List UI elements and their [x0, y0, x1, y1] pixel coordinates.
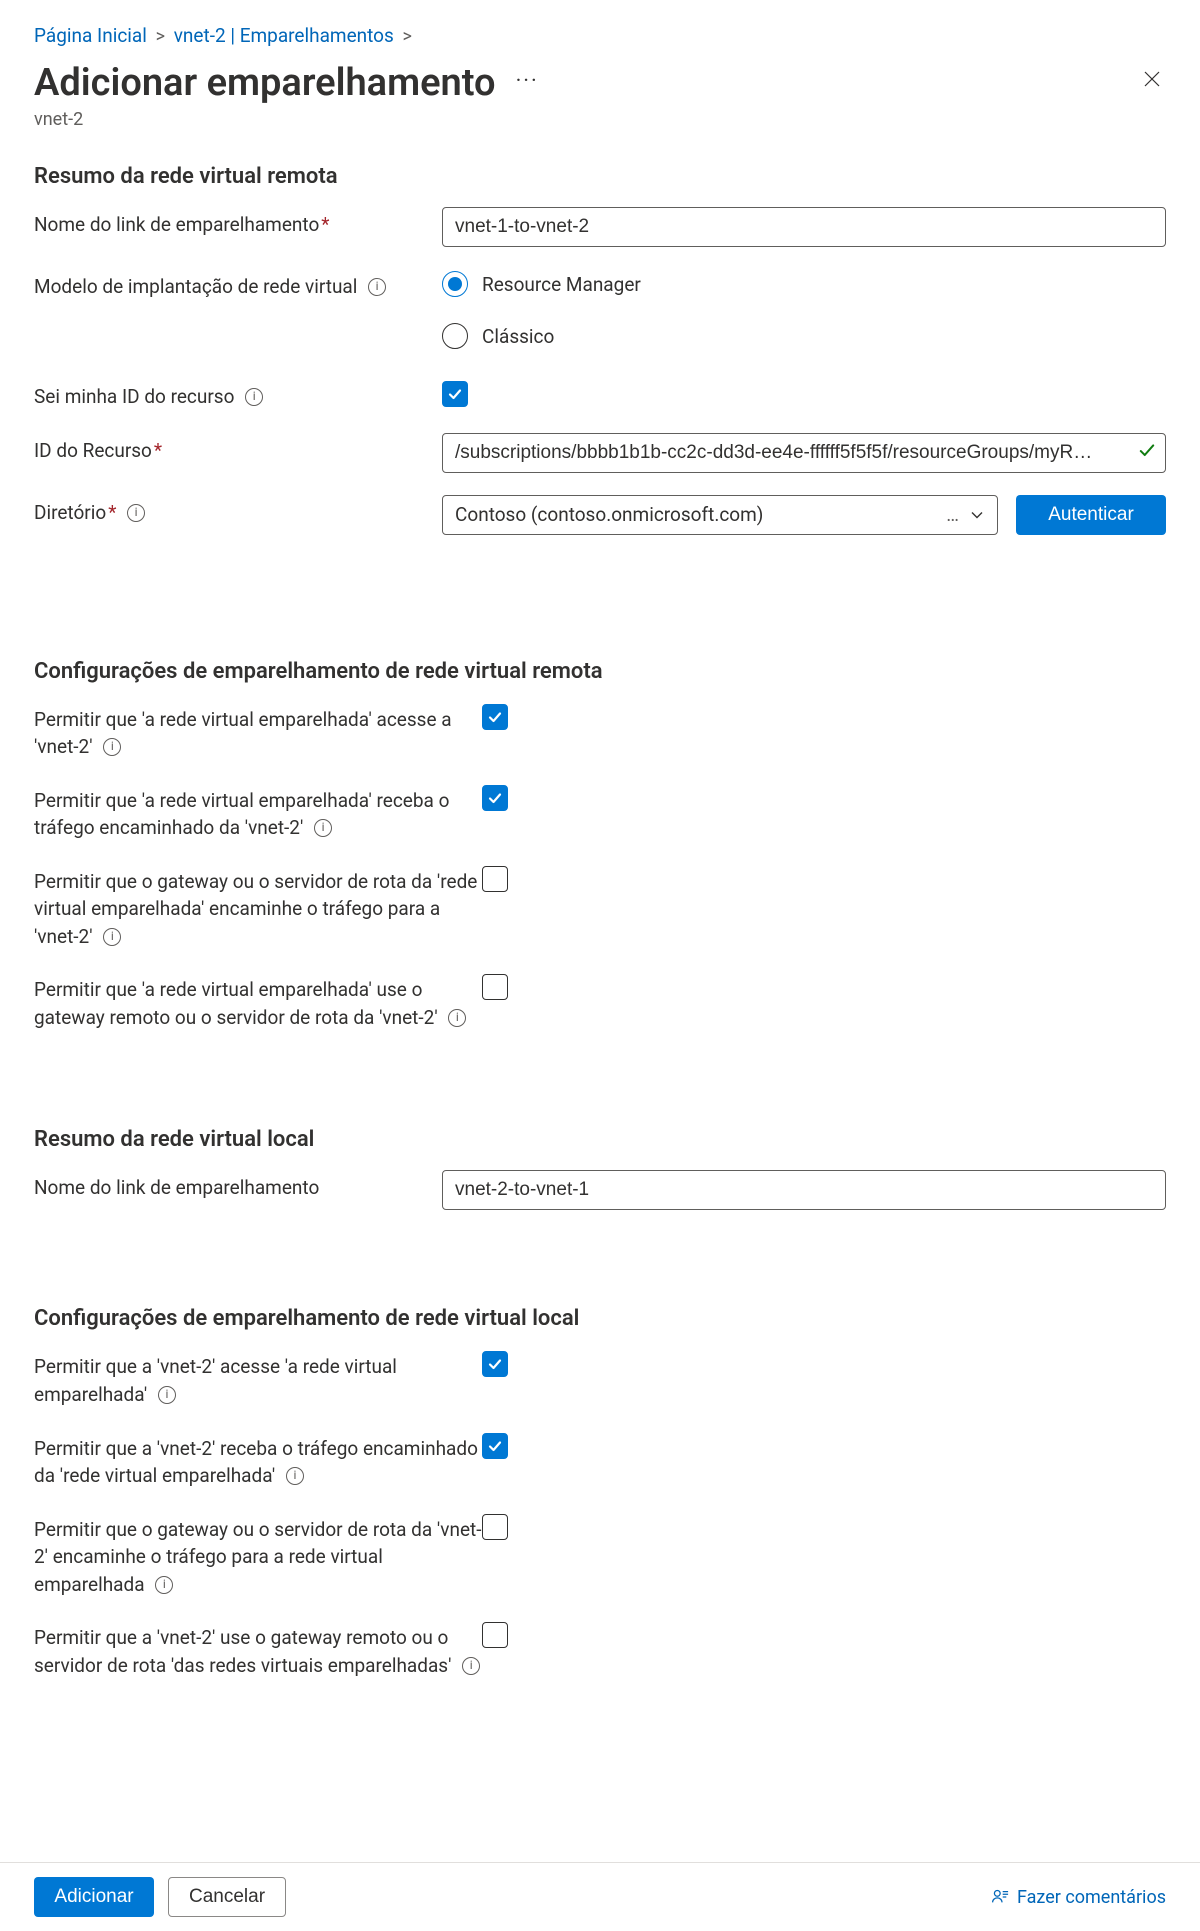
info-icon[interactable]: i	[103, 738, 121, 756]
info-icon[interactable]: i	[368, 278, 386, 296]
required-indicator: *	[321, 213, 329, 236]
remote-setting-2-label: Permitir que o gateway ou o servidor de …	[34, 870, 477, 948]
ellipsis-icon: …	[946, 503, 959, 526]
local-setting-3-checkbox[interactable]	[482, 1622, 508, 1648]
directory-value: Contoso (contoso.onmicrosoft.com)	[455, 503, 763, 526]
info-icon[interactable]: i	[448, 1009, 466, 1027]
chevron-right-icon: >	[403, 26, 412, 47]
section-local-settings-title: Configurações de emparelhamento de rede …	[34, 1306, 1166, 1331]
remote-setting-3-label: Permitir que 'a rede virtual emparelhada…	[34, 978, 438, 1029]
info-icon[interactable]: i	[245, 388, 263, 406]
peering-link-name-label: Nome do link de emparelhamento	[34, 213, 319, 236]
local-peering-link-name-input[interactable]	[442, 1170, 1166, 1210]
local-setting-2-checkbox[interactable]	[482, 1514, 508, 1540]
info-icon[interactable]: i	[286, 1467, 304, 1485]
remote-setting-0-label: Permitir que 'a rede virtual emparelhada…	[34, 708, 452, 759]
local-setting-0-label: Permitir que a 'vnet-2' acesse 'a rede v…	[34, 1355, 397, 1406]
local-setting-1-label: Permitir que a 'vnet-2' receba o tráfego…	[34, 1437, 478, 1488]
radio-classic[interactable]: Clássico	[442, 323, 1166, 349]
required-indicator: *	[154, 439, 162, 462]
radio-resource-manager[interactable]: Resource Manager	[442, 271, 1166, 297]
required-indicator: *	[108, 501, 116, 524]
authenticate-button[interactable]: Autenticar	[1016, 495, 1166, 535]
local-setting-3-label: Permitir que a 'vnet-2' use o gateway re…	[34, 1626, 451, 1677]
deployment-model-label: Modelo de implantação de rede virtual	[34, 275, 357, 298]
section-remote-summary-title: Resumo da rede virtual remota	[34, 164, 1166, 189]
info-icon[interactable]: i	[155, 1576, 173, 1594]
breadcrumb-home[interactable]: Página Inicial	[34, 24, 147, 47]
local-setting-2-label: Permitir que o gateway ou o servidor de …	[34, 1518, 482, 1596]
remote-setting-1-checkbox[interactable]	[482, 785, 508, 811]
radio-classic-label: Clássico	[482, 325, 554, 348]
local-peering-link-name-label: Nome do link de emparelhamento	[34, 1176, 319, 1199]
remote-setting-2-checkbox[interactable]	[482, 866, 508, 892]
cancel-button[interactable]: Cancelar	[168, 1877, 286, 1917]
feedback-link[interactable]: Fazer comentários	[991, 1887, 1166, 1908]
breadcrumb: Página Inicial > vnet-2 | Emparelhamento…	[34, 24, 1166, 47]
add-button[interactable]: Adicionar	[34, 1877, 154, 1917]
section-local-summary-title: Resumo da rede virtual local	[34, 1127, 1166, 1152]
check-icon	[487, 709, 503, 725]
info-icon[interactable]: i	[127, 504, 145, 522]
directory-select[interactable]: Contoso (contoso.onmicrosoft.com) …	[442, 495, 998, 535]
check-icon	[487, 1438, 503, 1454]
validation-check-icon	[1138, 441, 1156, 464]
chevron-right-icon: >	[156, 26, 165, 47]
page-subtitle: vnet-2	[34, 109, 1166, 130]
resource-id-label: ID do Recurso	[34, 439, 152, 462]
resource-id-input[interactable]	[442, 433, 1166, 473]
info-icon[interactable]: i	[314, 819, 332, 837]
radio-resource-manager-label: Resource Manager	[482, 273, 641, 296]
feedback-icon	[991, 1888, 1009, 1906]
check-icon	[487, 1356, 503, 1372]
chevron-down-icon	[969, 507, 985, 523]
section-remote-settings-title: Configurações de emparelhamento de rede …	[34, 659, 1166, 684]
remote-setting-1-label: Permitir que 'a rede virtual emparelhada…	[34, 789, 449, 840]
page-title: Adicionar emparelhamento	[34, 61, 496, 105]
breadcrumb-peerings[interactable]: vnet-2 | Emparelhamentos	[174, 24, 394, 47]
directory-label: Diretório	[34, 501, 106, 524]
footer-bar: Adicionar Cancelar Fazer comentários	[0, 1862, 1200, 1931]
close-icon	[1142, 69, 1162, 89]
know-resource-id-label: Sei minha ID do recurso	[34, 385, 234, 408]
local-setting-0-checkbox[interactable]	[482, 1351, 508, 1377]
check-icon	[487, 790, 503, 806]
remote-setting-3-checkbox[interactable]	[482, 974, 508, 1000]
info-icon[interactable]: i	[158, 1386, 176, 1404]
more-actions-button[interactable]: ···	[516, 69, 539, 94]
close-button[interactable]	[1138, 65, 1166, 98]
remote-setting-0-checkbox[interactable]	[482, 704, 508, 730]
know-resource-id-checkbox[interactable]	[442, 381, 468, 407]
info-icon[interactable]: i	[103, 928, 121, 946]
local-setting-1-checkbox[interactable]	[482, 1433, 508, 1459]
info-icon[interactable]: i	[462, 1657, 480, 1675]
remote-peering-link-name-input[interactable]	[442, 207, 1166, 247]
feedback-label: Fazer comentários	[1017, 1887, 1166, 1908]
check-icon	[447, 386, 463, 402]
